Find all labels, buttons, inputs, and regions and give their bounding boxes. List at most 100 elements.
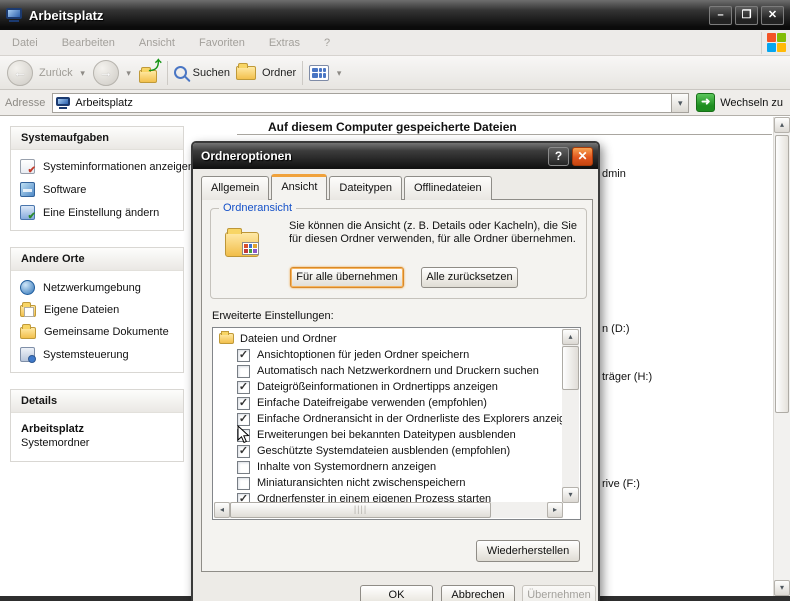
- shared-documents-icon: [20, 327, 36, 339]
- help-button[interactable]: ?: [548, 147, 569, 166]
- folders-icon[interactable]: [236, 66, 256, 80]
- sidebar-item-software[interactable]: Software: [20, 182, 179, 197]
- up-arrow-icon: ⤴: [149, 60, 162, 72]
- toolbar: ← Zurück → ⤴ Suchen Ordner: [0, 56, 790, 90]
- tab-ansicht[interactable]: Ansicht: [271, 174, 327, 200]
- checkbox[interactable]: ✓: [237, 413, 250, 426]
- sidebar-item-change-setting[interactable]: Eine Einstellung ändern: [20, 205, 179, 220]
- user-folder-label[interactable]: dmin: [602, 168, 626, 180]
- window-titlebar: Arbeitsplatz – ❒ ✕: [0, 0, 790, 30]
- dialog-close-button[interactable]: ✕: [572, 147, 593, 166]
- advanced-option-row[interactable]: ✓ Einfache Dateifreigabe verwenden (empf…: [214, 395, 562, 411]
- menu-item-extras[interactable]: Extras: [269, 37, 300, 49]
- apply-to-all-folders-button[interactable]: Für alle übernehmen: [290, 267, 404, 288]
- advanced-option-row[interactable]: ✓ Dateigrößeinformationen in Ordnertipps…: [214, 379, 562, 395]
- scroll-left-button[interactable]: [214, 502, 230, 518]
- task-pane-sidebar: Systemaufgaben Systeminformationen anzei…: [10, 126, 184, 478]
- drive-h-label[interactable]: träger (H:): [602, 371, 652, 383]
- back-button[interactable]: ←: [7, 60, 33, 86]
- checkbox[interactable]: ✓: [237, 349, 250, 362]
- advanced-settings-list[interactable]: Dateien und Ordner ✓ Ansichtoptionen für…: [212, 327, 581, 520]
- views-icon[interactable]: [309, 65, 329, 81]
- window-title: Arbeitsplatz: [29, 8, 706, 23]
- up-button[interactable]: ⤴: [139, 63, 161, 83]
- search-button[interactable]: Suchen: [193, 67, 230, 79]
- scrollbar-thumb[interactable]: [775, 135, 789, 413]
- drive-f-label[interactable]: rive (F:): [602, 478, 640, 490]
- cancel-button[interactable]: Abbrechen: [441, 585, 515, 601]
- back-dropdown-icon[interactable]: [79, 67, 87, 79]
- advanced-option-row[interactable]: Automatisch nach Netzwerkordnern und Dru…: [214, 363, 562, 379]
- advanced-option-row[interactable]: ✓ Einfache Ordneransicht in der Ordnerli…: [214, 411, 562, 427]
- option-label: Inhalte von Systemordnern anzeigen: [257, 461, 436, 473]
- advanced-option-row[interactable]: Erweiterungen bei bekannten Dateitypen a…: [214, 427, 562, 443]
- sidebar-item-control-panel[interactable]: Systemsteuerung: [20, 347, 179, 362]
- advanced-option-row[interactable]: ✓ Ansichtoptionen für jeden Ordner speic…: [214, 347, 562, 363]
- scrollbar-thumb[interactable]: [230, 502, 491, 518]
- dialog-title: Ordneroptionen: [201, 149, 545, 163]
- folders-button[interactable]: Ordner: [262, 67, 296, 79]
- forward-button[interactable]: →: [93, 60, 119, 86]
- scroll-down-button[interactable]: [774, 580, 790, 596]
- checkbox[interactable]: ✓: [237, 397, 250, 410]
- option-label: Geschützte Systemdateien ausblenden (emp…: [257, 445, 510, 457]
- advanced-option-row[interactable]: ✓ Geschützte Systemdateien ausblenden (e…: [214, 443, 562, 459]
- menu-item-ansicht[interactable]: Ansicht: [139, 37, 175, 49]
- checkbox[interactable]: ✓: [237, 445, 250, 458]
- sidebar-item-network[interactable]: Netzwerkumgebung: [20, 280, 179, 295]
- content-vertical-scrollbar[interactable]: [773, 117, 790, 596]
- address-input[interactable]: Arbeitsplatz: [52, 93, 689, 113]
- sidebar-item-my-documents[interactable]: Eigene Dateien: [20, 303, 179, 317]
- menu-item-favoriten[interactable]: Favoriten: [199, 37, 245, 49]
- scroll-up-button[interactable]: [774, 117, 790, 133]
- menu-item-bearbeiten[interactable]: Bearbeiten: [62, 37, 115, 49]
- details-pane: Details Arbeitsplatz Systemordner: [10, 389, 184, 462]
- other-places-header[interactable]: Andere Orte: [11, 248, 183, 271]
- go-button[interactable]: Wechseln zu: [696, 93, 785, 112]
- restore-defaults-button[interactable]: Wiederherstellen: [476, 540, 580, 562]
- system-tasks-header[interactable]: Systemaufgaben: [11, 127, 183, 150]
- forward-dropdown-icon[interactable]: [125, 67, 133, 79]
- scroll-down-button[interactable]: [562, 487, 579, 503]
- my-computer-icon: [6, 8, 22, 22]
- scroll-right-button[interactable]: [547, 502, 563, 518]
- close-button[interactable]: ✕: [761, 6, 784, 25]
- checkbox[interactable]: [237, 461, 250, 474]
- groupbox-label: Ordneransicht: [219, 202, 296, 214]
- reset-all-folders-button[interactable]: Alle zurücksetzen: [421, 267, 518, 288]
- tab-offlinedateien[interactable]: Offlinedateien: [404, 176, 492, 200]
- menu-item-help[interactable]: ?: [324, 37, 330, 49]
- scroll-up-button[interactable]: [562, 329, 579, 345]
- checkbox[interactable]: ✓: [237, 381, 250, 394]
- views-dropdown-icon[interactable]: [335, 67, 343, 79]
- checkbox[interactable]: [237, 477, 250, 490]
- details-header[interactable]: Details: [11, 390, 183, 413]
- address-dropdown-button[interactable]: [671, 94, 688, 112]
- scrollbar-thumb[interactable]: [562, 346, 579, 390]
- go-arrow-icon: [696, 93, 715, 112]
- my-documents-icon: [20, 305, 36, 317]
- list-horizontal-scrollbar[interactable]: [214, 502, 563, 518]
- tab-allgemein[interactable]: Allgemein: [201, 176, 269, 200]
- folder-icon: [219, 333, 234, 344]
- control-panel-icon: [20, 347, 35, 362]
- minimize-button[interactable]: –: [709, 6, 732, 25]
- drive-d-label[interactable]: n (D:): [602, 323, 630, 335]
- checkbox[interactable]: [237, 365, 250, 378]
- list-group-header[interactable]: Dateien und Ordner: [214, 330, 562, 347]
- menu-item-datei[interactable]: Datei: [12, 37, 38, 49]
- toolbar-separator: [302, 61, 303, 85]
- sidebar-item-shared-documents[interactable]: Gemeinsame Dokumente: [20, 325, 179, 339]
- search-icon[interactable]: [174, 66, 187, 79]
- tab-dateitypen[interactable]: Dateitypen: [329, 176, 402, 200]
- list-vertical-scrollbar[interactable]: [562, 329, 579, 503]
- dialog-button-row: OK Abbrechen Übernehmen: [193, 585, 598, 601]
- advanced-option-row[interactable]: Inhalte von Systemordnern anzeigen: [214, 459, 562, 475]
- ansicht-tab-page: Ordneransicht Sie können die Ansicht (z.…: [201, 199, 593, 572]
- ok-button[interactable]: OK: [360, 585, 433, 601]
- maximize-button[interactable]: ❒: [735, 6, 758, 25]
- sidebar-item-label: Systemsteuerung: [43, 349, 129, 361]
- sidebar-item-system-info[interactable]: Systeminformationen anzeigen: [20, 159, 179, 174]
- option-label: Einfache Dateifreigabe verwenden (empfoh…: [257, 397, 487, 409]
- advanced-option-row[interactable]: Miniaturansichten nicht zwischenspeicher…: [214, 475, 562, 491]
